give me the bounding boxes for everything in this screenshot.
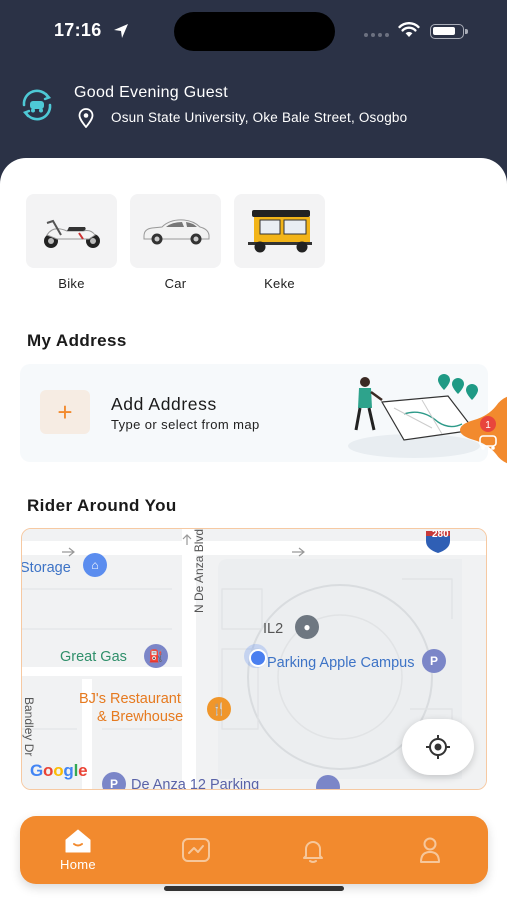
user-location-marker	[244, 644, 268, 668]
map-label-restaurant-line2: & Brewhouse	[97, 709, 184, 725]
bottom-nav: Home	[20, 816, 488, 884]
location-pin-icon	[78, 108, 94, 128]
nav-profile[interactable]	[390, 816, 470, 884]
ride-type-keke[interactable]: Keke	[234, 194, 325, 291]
il2-poi-icon: ●	[295, 615, 319, 639]
profile-icon	[420, 837, 440, 863]
add-address-subtitle: Type or select from map	[111, 417, 260, 432]
plus-icon: +	[57, 397, 73, 427]
map-label-restaurant: BJ's Restaurant	[79, 691, 181, 707]
add-address-button[interactable]: +	[40, 390, 90, 434]
nav-home-label: Home	[60, 856, 96, 872]
parking-poi-icon-2: P	[102, 772, 126, 789]
my-address-heading: My Address	[27, 331, 127, 350]
ride-type-bike[interactable]: Bike	[26, 194, 117, 291]
home-icon	[65, 829, 91, 852]
map-label-street: N De Anza Blvd	[192, 528, 206, 613]
app-logo-icon	[22, 89, 52, 121]
keke-icon	[247, 210, 312, 253]
wifi-icon	[398, 22, 420, 37]
gas-station-poi-icon: ⛽	[144, 644, 168, 668]
restaurant-poi-icon: 🍴	[207, 697, 231, 721]
nav-activity[interactable]	[156, 816, 236, 884]
ride-label: Bike	[58, 276, 85, 291]
ride-card[interactable]	[130, 194, 221, 268]
driver-mode-tab[interactable]: 1	[452, 394, 507, 466]
battery-icon	[430, 24, 468, 39]
google-logo: Google	[30, 761, 88, 780]
add-address-title: Add Address	[111, 394, 217, 414]
ride-card[interactable]	[234, 194, 325, 268]
add-address-card[interactable]: + Add Address Type or select from map	[20, 364, 488, 462]
map-label-great-gas: Great Gas	[60, 649, 127, 665]
greeting-text: Good Evening Guest	[74, 84, 228, 101]
map-label-campus: Parking Apple Campus	[267, 655, 415, 671]
car-icon	[143, 219, 209, 245]
status-bar: 17:16	[0, 0, 507, 62]
status-time: 17:16	[54, 20, 102, 40]
ride-type-list: Bike Car Keke	[26, 194, 325, 291]
parking-poi-icon: P	[422, 649, 446, 673]
cellular-signal-icon	[364, 33, 390, 38]
crosshair-icon	[426, 735, 450, 759]
ride-label: Car	[164, 276, 187, 291]
map-label-storage: Storage	[21, 560, 71, 576]
dynamic-island	[174, 12, 335, 51]
riders-map[interactable]: Storage ⌂ N De Anza Blvd IL2 ● Great Gas…	[21, 528, 487, 790]
location-arrow-icon	[114, 24, 128, 38]
nav-home[interactable]: Home	[38, 816, 118, 884]
main-sheet: Bike Car Keke My Address + Add Address T…	[0, 158, 507, 900]
locate-me-button[interactable]	[402, 719, 474, 775]
bell-icon	[303, 841, 323, 863]
ride-card[interactable]	[26, 194, 117, 268]
ride-label: Keke	[264, 276, 295, 291]
nav-notifications[interactable]	[273, 816, 353, 884]
home-indicator	[164, 886, 344, 891]
storage-poi-icon: ⌂	[83, 553, 107, 577]
map-label-il2: IL2	[263, 621, 284, 637]
current-location[interactable]: Osun State University, Oke Bale Street, …	[111, 110, 407, 125]
ride-type-car[interactable]: Car	[130, 194, 221, 291]
notification-badge: 1	[485, 420, 491, 431]
map-label-parking: De Anza 12 Parking	[131, 777, 260, 790]
motorbike-icon	[43, 219, 100, 248]
rider-around-heading: Rider Around You	[27, 496, 177, 515]
activity-chart-icon	[182, 838, 210, 862]
highway-shield-label: 280	[432, 529, 449, 540]
map-label-bandley: Bandley Dr	[22, 697, 36, 757]
